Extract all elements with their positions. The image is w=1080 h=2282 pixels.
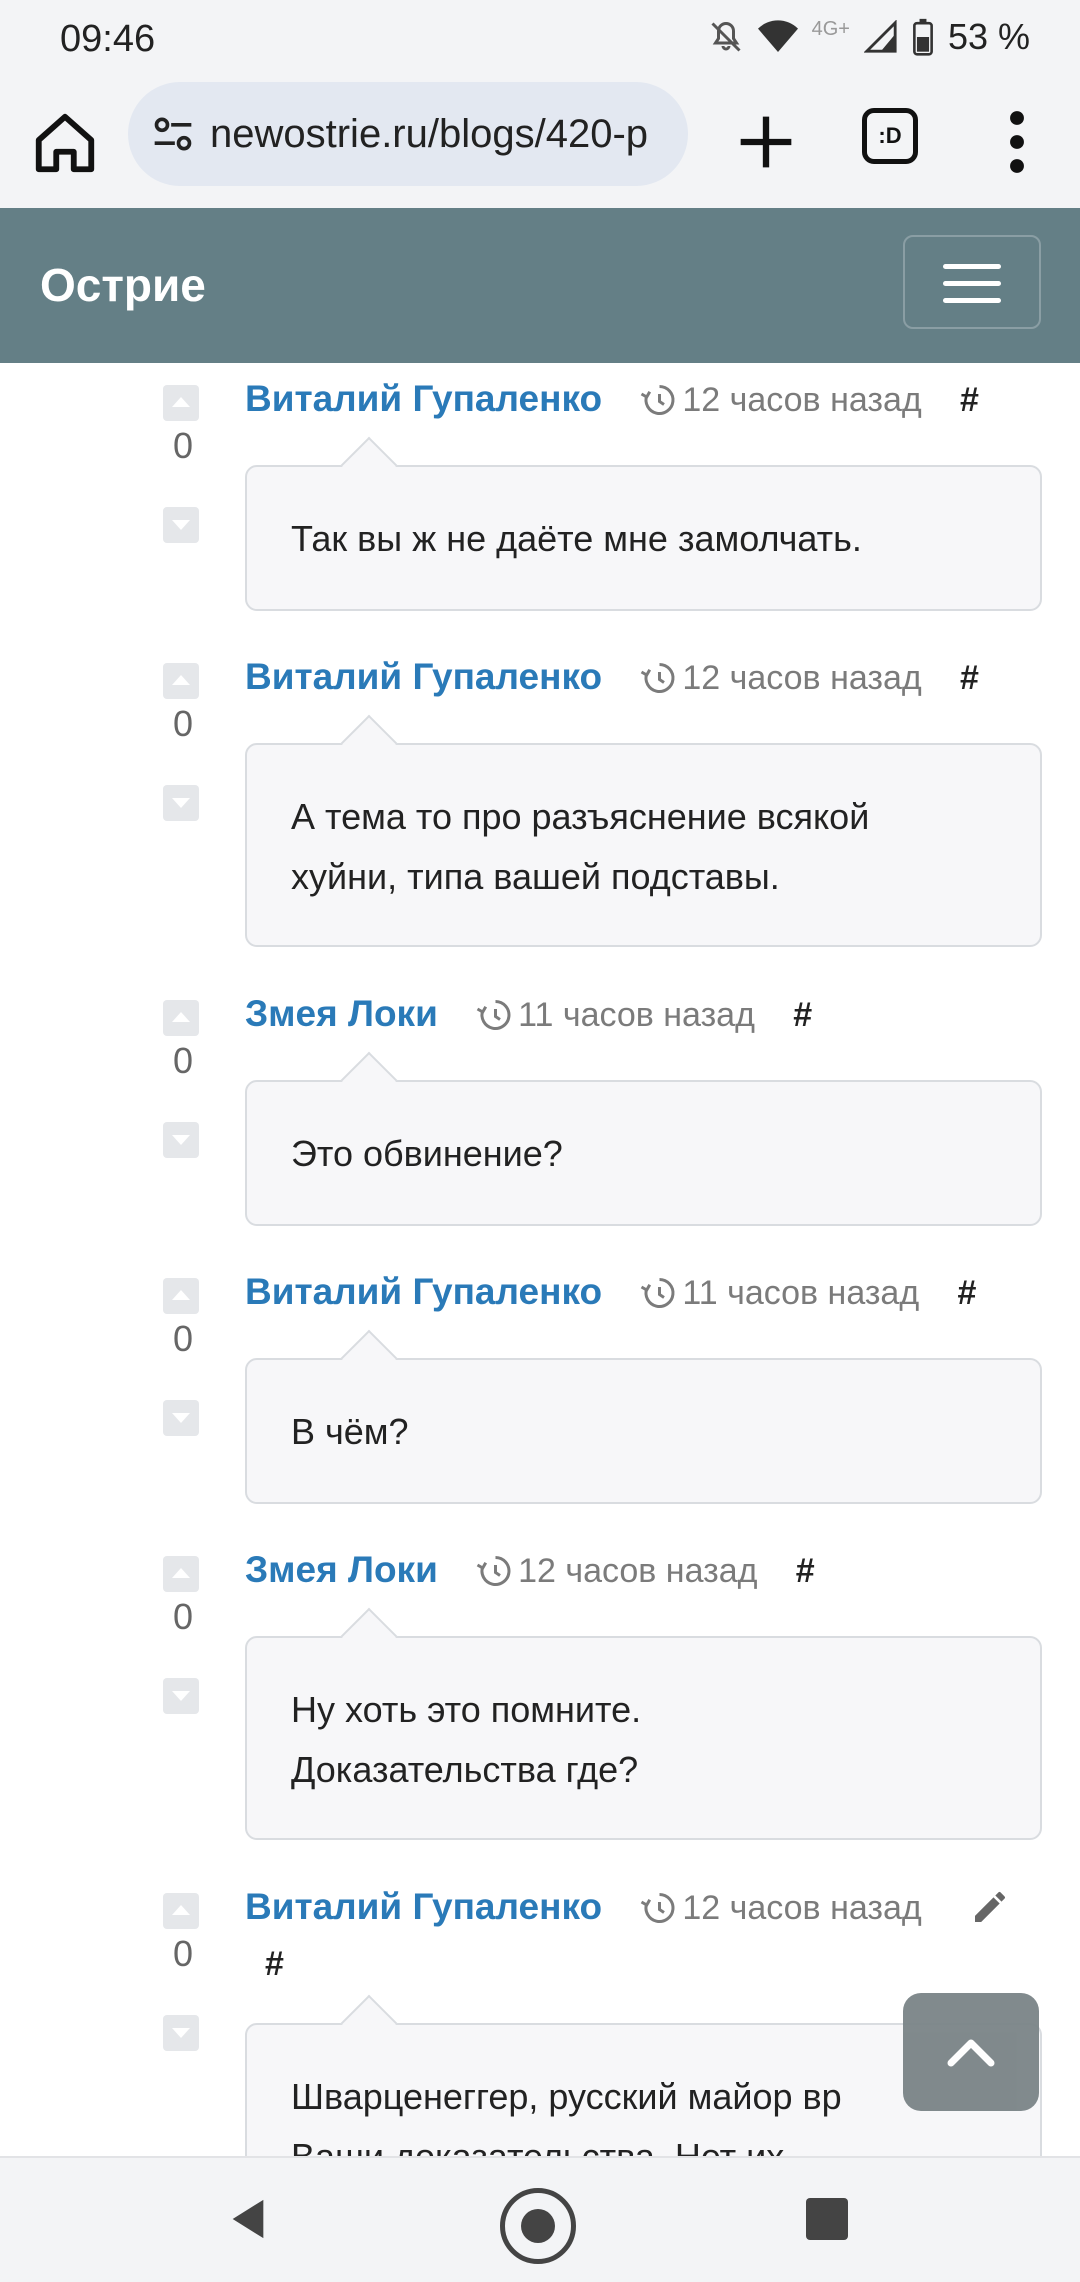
history-icon — [641, 1893, 675, 1923]
upvote-button[interactable] — [163, 1000, 199, 1036]
comment-author[interactable]: Виталий Гупаленко — [245, 378, 602, 419]
tab-count-label: :D — [878, 123, 902, 148]
back-icon[interactable] — [228, 2196, 268, 2242]
comment-text-line: В чём? — [291, 1411, 409, 1452]
browser-menu-button[interactable] — [1000, 110, 1034, 174]
downvote-button[interactable] — [163, 1678, 199, 1714]
vote-score: 0 — [172, 1933, 194, 1974]
history-icon — [641, 663, 675, 693]
site-brand[interactable]: Острие — [40, 258, 206, 312]
comment-text-line: Ваши доказательства. Нет их. — [291, 2127, 996, 2156]
vote-score: 0 — [172, 703, 194, 744]
network-type-label: 4G+ — [811, 17, 850, 40]
mute-icon — [708, 19, 744, 55]
comment-time: 12 часов назад — [640, 381, 922, 419]
comment-text-line: Доказательства где? — [291, 1749, 639, 1790]
downvote-button[interactable] — [163, 785, 199, 821]
pencil-icon — [974, 1892, 1005, 1922]
comment-body: В чём? — [245, 1358, 1042, 1504]
nav-toggle-button[interactable] — [903, 235, 1041, 329]
comment-permalink[interactable]: # — [796, 1552, 815, 1590]
vote-score: 0 — [172, 425, 194, 466]
comment-text-line: хуйни, типа вашей подставы. — [291, 856, 780, 897]
downvote-button[interactable] — [163, 507, 199, 543]
comment-time: 11 часов назад — [476, 996, 755, 1034]
comment-meta: Виталий Гупаленко 12 часов назад # — [245, 653, 1020, 702]
plus-icon — [740, 116, 792, 168]
downvote-button[interactable] — [163, 1400, 199, 1436]
more-vert-icon — [1010, 111, 1024, 173]
home-nav-icon[interactable] — [500, 2188, 576, 2264]
battery-percent: 53 % — [947, 16, 1030, 57]
upvote-button[interactable] — [163, 1556, 199, 1592]
comment-meta: Виталий Гупаленко 12 часов назад # — [245, 1883, 1040, 1988]
history-icon — [641, 385, 675, 415]
system-nav-bar — [0, 2156, 1080, 2282]
history-icon — [476, 1556, 511, 1586]
comment-text-line: Так вы ж не даёте мне замолчать. — [291, 518, 862, 559]
comment-permalink[interactable]: # — [960, 659, 979, 697]
comment-meta: Змея Локи 11 часов назад # — [245, 990, 1020, 1039]
vote-score: 0 — [172, 1318, 194, 1359]
upvote-button[interactable] — [163, 385, 199, 421]
recent-apps-icon[interactable] — [806, 2198, 848, 2240]
comment-text-line: Это обвинение? — [291, 1133, 563, 1174]
comment-meta: Змея Локи 12 часов назад # — [245, 1546, 1020, 1595]
site-header: Острие — [0, 208, 1080, 363]
upvote-button[interactable] — [163, 1278, 199, 1314]
signal-icon — [863, 20, 898, 54]
comment-time: 11 часов назад — [640, 1274, 919, 1312]
address-bar[interactable]: newostrie.ru/blogs/420-р — [128, 82, 688, 186]
comment-author[interactable]: Виталий Гупаленко — [245, 656, 602, 697]
wifi-icon — [757, 19, 798, 55]
site-settings-icon[interactable] — [150, 112, 196, 156]
comment-meta: Виталий Гупаленко 12 часов назад # — [245, 375, 1020, 424]
hamburger-icon — [943, 264, 1001, 269]
comment-body: А тема то про разъяснение всякой хуйни, … — [245, 743, 1042, 947]
comments-list: 0 Виталий Гупаленко 12 часов назад # Так… — [0, 363, 1080, 2156]
new-tab-button[interactable] — [728, 104, 804, 180]
vote-score: 0 — [172, 1596, 194, 1637]
url-text: newostrie.ru/blogs/420-р — [210, 112, 649, 156]
history-icon — [476, 1000, 511, 1030]
home-button[interactable] — [30, 108, 100, 178]
comment-text-line: Ну хоть это помните. — [291, 1689, 642, 1730]
downvote-button[interactable] — [163, 1122, 199, 1158]
comment-body: Так вы ж не даёте мне замолчать. — [245, 465, 1042, 611]
comment-permalink[interactable]: # — [957, 1274, 976, 1312]
comment-time: 12 часов назад — [640, 1889, 922, 1927]
comment-body: Это обвинение? — [245, 1080, 1042, 1226]
vote-score: 0 — [172, 1040, 194, 1081]
home-icon — [35, 113, 95, 173]
edit-button[interactable] — [970, 1887, 1010, 1939]
status-bar: 09:46 4G+ 53 % — [0, 0, 1080, 80]
battery-icon — [912, 18, 934, 56]
browser-toolbar: newostrie.ru/blogs/420-р :D — [0, 80, 1080, 210]
status-time: 09:46 — [60, 18, 156, 60]
comment-text-line: А тема то про разъяснение всякой — [291, 796, 870, 837]
upvote-button[interactable] — [163, 663, 199, 699]
history-icon — [641, 1278, 675, 1308]
comment-author[interactable]: Виталий Гупаленко — [245, 1271, 602, 1312]
comment-permalink[interactable]: # — [793, 996, 812, 1034]
chevron-up-icon — [947, 2039, 995, 2067]
comment-permalink[interactable]: # — [960, 381, 979, 419]
comment-author[interactable]: Виталий Гупаленко — [245, 1886, 602, 1927]
comment-body: Ну хоть это помните. Доказательства где? — [245, 1636, 1042, 1840]
comment-text-line: Шварценеггер, русский майор вр — [291, 2076, 842, 2117]
downvote-button[interactable] — [163, 2015, 199, 2051]
tab-switcher-button[interactable]: :D — [862, 108, 918, 164]
comment-meta: Виталий Гупаленко 11 часов назад # — [245, 1268, 1020, 1317]
comment-time: 12 часов назад — [640, 659, 922, 697]
comment-time: 12 часов назад — [476, 1552, 757, 1590]
status-icons: 4G+ 53 % — [708, 16, 1030, 58]
upvote-button[interactable] — [163, 1893, 199, 1929]
scroll-to-top-button[interactable] — [903, 1993, 1039, 2111]
comment-permalink[interactable]: # — [265, 1945, 284, 1983]
comment-author[interactable]: Змея Локи — [245, 993, 438, 1034]
comment-author[interactable]: Змея Локи — [245, 1549, 438, 1590]
